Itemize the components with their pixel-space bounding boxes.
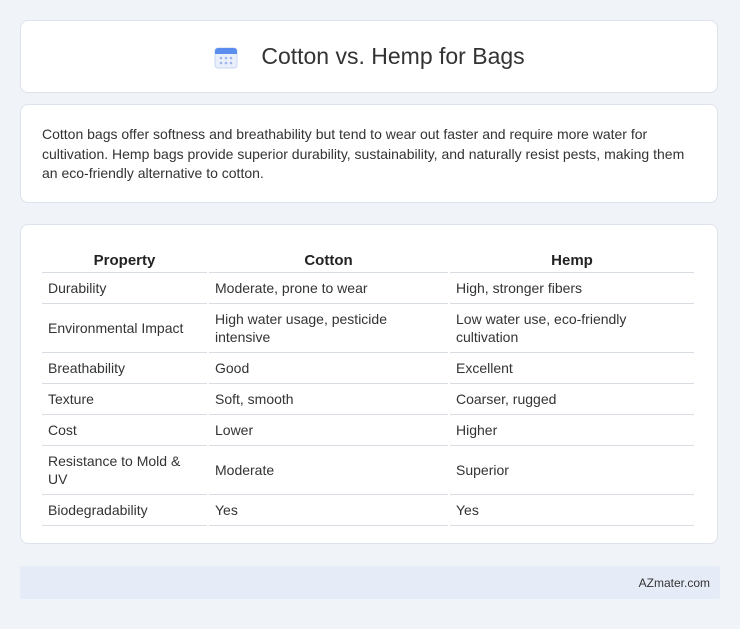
header-hemp: Hemp: [450, 245, 694, 273]
table-row: Biodegradability Yes Yes: [42, 495, 694, 526]
cotton-cell: Moderate, prone to wear: [209, 273, 448, 304]
property-cell: Cost: [42, 415, 207, 446]
hemp-cell: Higher: [450, 415, 694, 446]
title-wrap: Cotton vs. Hemp for Bags: [213, 43, 525, 70]
intro-text: Cotton bags offer softness and breathabi…: [42, 126, 685, 181]
property-cell: Biodegradability: [42, 495, 207, 526]
hemp-cell: High, stronger fibers: [450, 273, 694, 304]
table-row: Durability Moderate, prone to wear High,…: [42, 273, 694, 304]
comparison-table: Property Cotton Hemp Durability Moderate…: [40, 245, 696, 526]
hemp-cell: Coarser, rugged: [450, 384, 694, 415]
property-cell: Texture: [42, 384, 207, 415]
table-card: Property Cotton Hemp Durability Moderate…: [20, 224, 718, 544]
intro-card: Cotton bags offer softness and breathabi…: [20, 104, 718, 203]
property-cell: Resistance to Mold & UV: [42, 446, 207, 495]
cotton-cell: Yes: [209, 495, 448, 526]
table-row: Cost Lower Higher: [42, 415, 694, 446]
calendar-icon: [213, 44, 239, 70]
property-cell: Breathability: [42, 353, 207, 384]
table-row: Environmental Impact High water usage, p…: [42, 304, 694, 353]
footer-site-label: AZmater.com: [638, 575, 710, 590]
table-row: Breathability Good Excellent: [42, 353, 694, 384]
header-property: Property: [42, 245, 207, 273]
footer: AZmater.com: [20, 566, 720, 599]
cotton-cell: Good: [209, 353, 448, 384]
page-title: Cotton vs. Hemp for Bags: [261, 43, 525, 69]
table-header-row: Property Cotton Hemp: [42, 245, 694, 273]
property-cell: Durability: [42, 273, 207, 304]
cotton-cell: Soft, smooth: [209, 384, 448, 415]
property-cell: Environmental Impact: [42, 304, 207, 353]
cotton-cell: High water usage, pesticide intensive: [209, 304, 448, 353]
title-card: Cotton vs. Hemp for Bags: [20, 20, 718, 93]
hemp-cell: Low water use, eco-friendly cultivation: [450, 304, 694, 353]
hemp-cell: Superior: [450, 446, 694, 495]
table-row: Resistance to Mold & UV Moderate Superio…: [42, 446, 694, 495]
hemp-cell: Yes: [450, 495, 694, 526]
header-cotton: Cotton: [209, 245, 448, 273]
cotton-cell: Moderate: [209, 446, 448, 495]
hemp-cell: Excellent: [450, 353, 694, 384]
table-row: Texture Soft, smooth Coarser, rugged: [42, 384, 694, 415]
cotton-cell: Lower: [209, 415, 448, 446]
